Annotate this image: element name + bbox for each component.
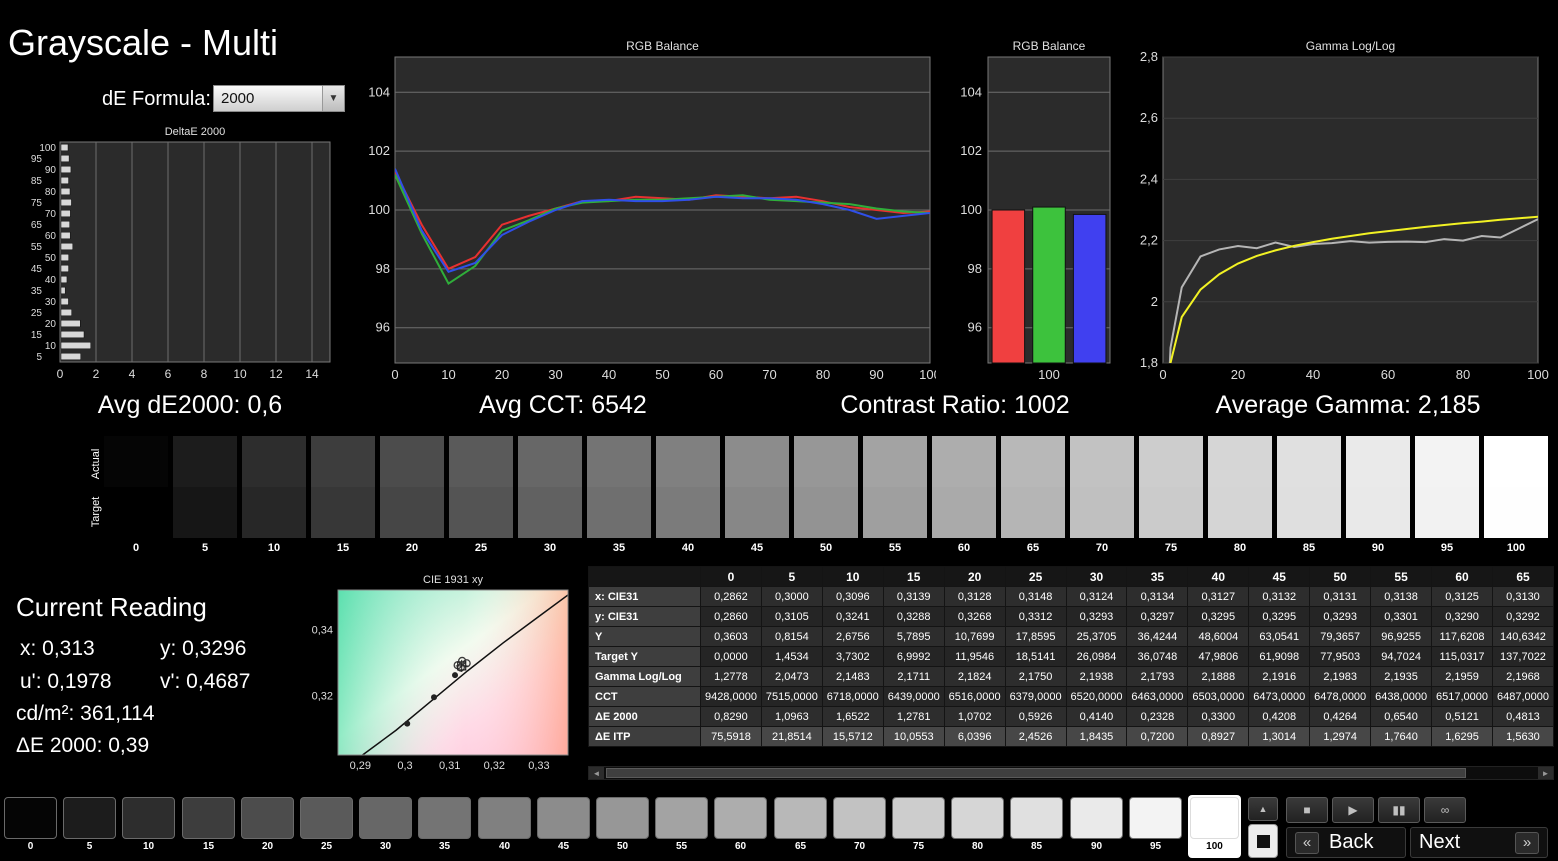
stop-large-button[interactable] — [1248, 824, 1278, 858]
chevrons-left-icon: « — [1295, 831, 1319, 854]
transport-panel: ▲ « Back Next » ■ ▶ ▮▮ ∞ — [0, 0, 1558, 861]
loop-icon: ∞ — [1440, 803, 1450, 817]
expand-button[interactable]: ▲ — [1248, 797, 1278, 821]
play-icon: ▶ — [1348, 803, 1358, 817]
next-label: Next — [1419, 831, 1461, 853]
pause-icon: ▮▮ — [1392, 803, 1406, 817]
play-button[interactable]: ▶ — [1332, 797, 1374, 823]
chevrons-right-icon: » — [1515, 831, 1539, 854]
next-button[interactable]: Next » — [1410, 827, 1548, 858]
stop-square-icon — [1256, 834, 1270, 848]
back-label: Back — [1329, 831, 1374, 853]
app-window: Grayscale - Multi dE Formula: 2000 ▼ Del… — [0, 0, 1558, 861]
pause-button[interactable]: ▮▮ — [1378, 797, 1420, 823]
loop-button[interactable]: ∞ — [1424, 797, 1466, 823]
stop-icon: ■ — [1303, 803, 1311, 817]
expand-icon: ▲ — [1258, 804, 1268, 814]
stop-button[interactable]: ■ — [1286, 797, 1328, 823]
back-button[interactable]: « Back — [1286, 827, 1406, 858]
